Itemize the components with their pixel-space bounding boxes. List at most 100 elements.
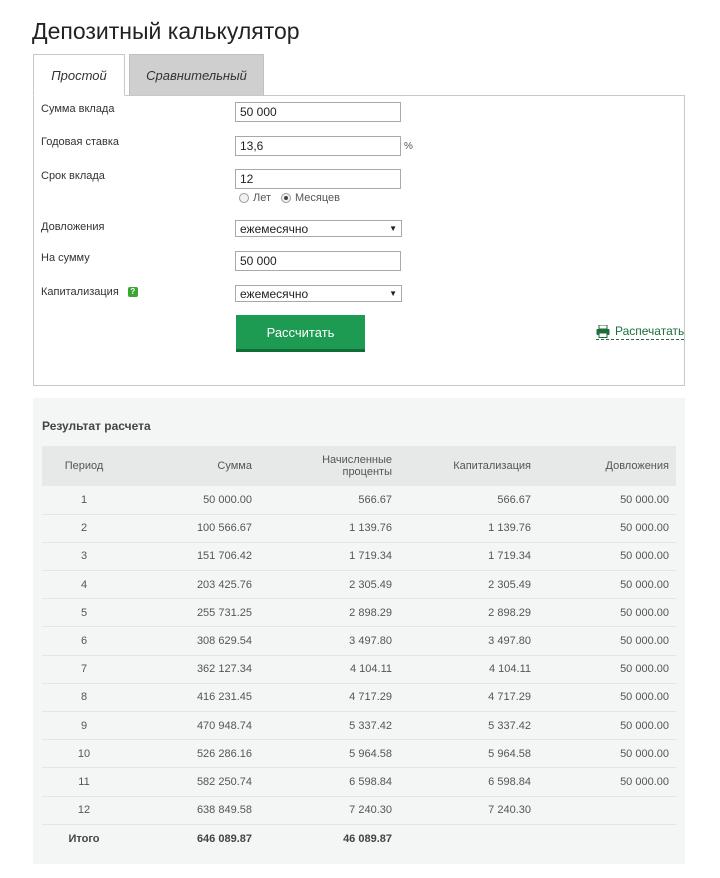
col-header-additions: Довложения	[605, 460, 669, 472]
results-body: 1 50 000.00 566.67 566.67 50 000.00 2 100 566.…	[42, 486, 676, 852]
cell-interest: 5 964.58	[349, 747, 392, 760]
cell-sum: 203 425.76	[196, 578, 252, 591]
col-header-period: Период	[64, 460, 104, 472]
total-sum: 646 089.87	[196, 832, 252, 845]
cell-additions	[538, 796, 676, 824]
amount-input[interactable]	[235, 102, 401, 122]
table-row: 6 308 629.54 3 497.80 3 497.80 50 000.00	[42, 627, 676, 656]
cell-additions: 50 000.00	[620, 550, 669, 563]
capitalization-label: Капитализация ?	[41, 286, 138, 298]
page-title: Депозитный калькулятор	[32, 18, 300, 44]
capitalization-select-value: ежемесячно	[240, 286, 309, 301]
cell-capitalization: 566.67	[497, 493, 531, 506]
total-additions	[538, 824, 676, 852]
cell-period: 10	[77, 747, 91, 760]
cell-capitalization: 5 337.42	[488, 719, 531, 732]
term-months-radio[interactable]: Месяцев	[281, 192, 340, 204]
cell-additions: 50 000.00	[620, 493, 669, 506]
print-link-label: Распечатать	[615, 324, 685, 338]
table-row: 1 50 000.00 566.67 566.67 50 000.00	[42, 486, 676, 515]
total-capitalization	[399, 824, 538, 852]
table-row: 4 203 425.76 2 305.49 2 305.49 50 000.00	[42, 571, 676, 599]
radio-checked-icon	[281, 193, 292, 203]
table-row: 3 151 706.42 1 719.34 1 719.34 50 000.00	[42, 542, 676, 571]
table-row: 5 255 731.25 2 898.29 2 898.29 50 000.00	[42, 599, 676, 627]
cell-additions: 50 000.00	[620, 719, 669, 732]
total-label: Итого	[68, 832, 100, 845]
cell-additions: 50 000.00	[620, 747, 669, 760]
help-icon[interactable]: ?	[127, 287, 138, 297]
cell-additions: 50 000.00	[620, 578, 669, 591]
cell-capitalization: 2 898.29	[488, 606, 531, 619]
radio-unchecked-icon	[239, 193, 249, 203]
cell-capitalization: 6 598.84	[488, 775, 531, 788]
cell-period: 6	[80, 635, 88, 648]
cell-capitalization: 1 719.34	[488, 550, 531, 563]
table-row: 8 416 231.45 4 717.29 4 717.29 50 000.00	[42, 683, 676, 712]
table-row: 10 526 286.16 5 964.58 5 964.58 50 000.00	[42, 740, 676, 768]
term-unit-radio-group: Лет Месяцев	[239, 192, 340, 204]
results-panel: Результат расчета Период Сумма Начисленн…	[33, 398, 685, 864]
cell-additions: 50 000.00	[620, 663, 669, 676]
term-years-radio[interactable]: Лет	[239, 192, 271, 204]
cell-capitalization: 4 717.29	[488, 691, 531, 704]
term-months-label: Месяцев	[295, 192, 341, 204]
col-header-interest: Начисленные проценты	[322, 454, 392, 478]
cell-sum: 362 127.34	[196, 663, 252, 676]
cell-period: 12	[77, 804, 91, 817]
cell-sum: 638 849.58	[196, 804, 252, 817]
cell-period: 9	[80, 719, 88, 732]
cell-sum: 470 948.74	[196, 719, 252, 732]
term-input[interactable]	[235, 169, 401, 189]
calculate-button[interactable]: Рассчитать	[236, 315, 365, 352]
cell-interest: 2 305.49	[349, 578, 392, 591]
cell-sum: 100 566.67	[196, 522, 252, 535]
cell-capitalization: 5 964.58	[488, 747, 531, 760]
additions-select[interactable]: ежемесячно ▼	[235, 220, 402, 237]
results-header-row: Период Сумма Начисленные проценты Капита…	[42, 446, 676, 486]
table-row: 11 582 250.74 6 598.84 6 598.84 50 000.00	[42, 768, 676, 797]
cell-interest: 2 898.29	[349, 606, 392, 619]
results-title: Результат расчета	[42, 419, 151, 433]
cell-period: 4	[80, 578, 88, 591]
tab-comparative[interactable]: Сравнительный	[129, 54, 264, 96]
print-link[interactable]: Распечатать	[596, 324, 685, 340]
cell-interest: 4 104.11	[349, 663, 392, 676]
table-row: 12 638 849.58 7 240.30 7 240.30	[42, 796, 676, 825]
cell-sum: 526 286.16	[196, 747, 252, 760]
cell-interest: 1 139.76	[349, 522, 392, 535]
cell-additions: 50 000.00	[620, 635, 669, 648]
cell-period: 1	[80, 493, 88, 506]
cell-period: 11	[78, 775, 90, 788]
cell-capitalization: 4 104.11	[488, 663, 531, 676]
calculator-form: Сумма вклада Годовая ставка % Срок вклад…	[33, 95, 685, 386]
cell-interest: 7 240.30	[349, 804, 392, 817]
cell-period: 7	[80, 663, 88, 676]
capitalization-select[interactable]: ежемесячно ▼	[235, 285, 402, 302]
cell-interest: 5 337.42	[349, 719, 392, 732]
printer-icon	[596, 324, 610, 338]
addition-amount-input[interactable]	[235, 251, 401, 271]
cell-sum: 308 629.54	[196, 635, 252, 648]
rate-unit: %	[404, 141, 413, 152]
cell-period: 3	[80, 550, 88, 563]
cell-additions: 50 000.00	[620, 775, 669, 788]
capitalization-label-text: Капитализация	[41, 286, 119, 298]
additions-select-value: ежемесячно	[240, 221, 309, 236]
results-table: Период Сумма Начисленные проценты Капита…	[42, 446, 676, 852]
rate-label: Годовая ставка	[41, 136, 120, 148]
chevron-down-icon: ▼	[389, 289, 397, 298]
cell-interest: 566.67	[358, 493, 392, 506]
additions-label: Довложения	[41, 221, 105, 233]
cell-interest: 4 717.29	[349, 691, 392, 704]
cell-sum: 416 231.45	[196, 691, 252, 704]
cell-period: 2	[80, 522, 88, 535]
col-header-sum: Сумма	[217, 460, 252, 472]
table-row: 9 470 948.74 5 337.42 5 337.42 50 000.00	[42, 712, 676, 740]
amount-label: Сумма вклада	[41, 103, 115, 115]
cell-interest: 1 719.34	[349, 550, 392, 563]
cell-capitalization: 7 240.30	[488, 804, 531, 817]
table-row: 2 100 566.67 1 139.76 1 139.76 50 000.00	[42, 514, 676, 543]
rate-input[interactable]	[235, 136, 401, 156]
tab-simple[interactable]: Простой	[33, 54, 125, 96]
